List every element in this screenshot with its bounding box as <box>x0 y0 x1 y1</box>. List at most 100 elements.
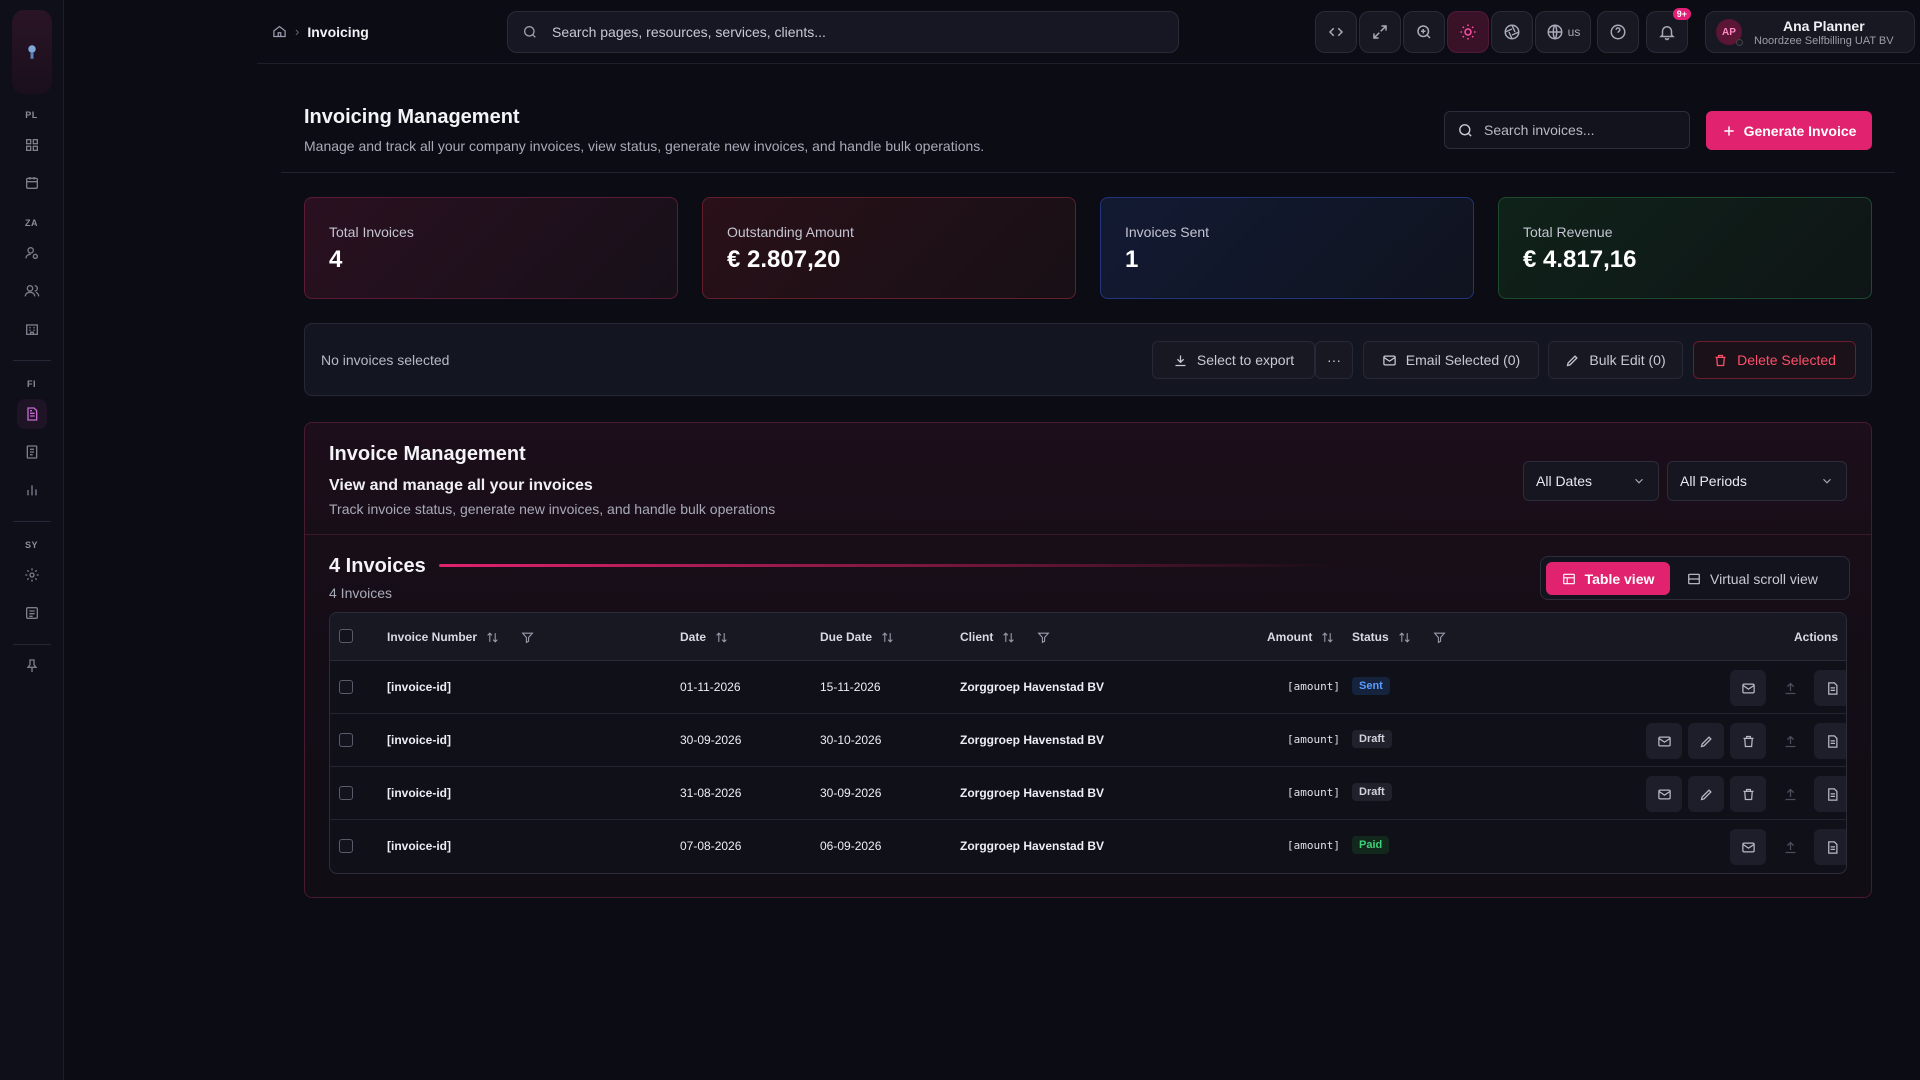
filter-icon[interactable] <box>1433 631 1446 644</box>
stat-value: 4 <box>329 246 343 273</box>
panel-divider <box>305 534 1871 535</box>
bulk-edit-button[interactable]: Bulk Edit (0) <box>1548 341 1683 379</box>
table-row[interactable]: [invoice-id] 01-11-2026 15-11-2026 Zorgg… <box>330 661 1846 714</box>
aperture-button[interactable] <box>1491 11 1533 53</box>
sidebar-item-reports[interactable] <box>17 475 47 505</box>
sort-icon[interactable] <box>1321 631 1334 644</box>
global-search-input[interactable]: Search pages, resources, services, clien… <box>507 11 1179 53</box>
filter-icon[interactable] <box>1037 631 1050 644</box>
help-button[interactable] <box>1597 11 1639 53</box>
table-row[interactable]: [invoice-id] 30-09-2026 30-10-2026 Zorgg… <box>330 714 1846 767</box>
sidebar-item-receipts[interactable] <box>17 437 47 467</box>
more-options-button[interactable]: ··· <box>1315 341 1353 379</box>
invoice-number-cell[interactable]: [invoice-id] <box>387 680 451 694</box>
virtual-scroll-view-button[interactable]: Virtual scroll view <box>1687 562 1818 595</box>
sort-icon[interactable] <box>1398 631 1411 644</box>
building-icon <box>25 324 38 335</box>
select-to-export-button[interactable]: Select to export <box>1152 341 1315 379</box>
sidebar-item-settings[interactable] <box>17 560 47 590</box>
user-org: Noordzee Selfbilling UAT BV <box>1754 34 1894 47</box>
column-header-amount[interactable]: Amount <box>1267 630 1334 644</box>
upload-invoice-button[interactable] <box>1772 723 1808 759</box>
avatar: AP <box>1716 19 1743 46</box>
table-row[interactable]: [invoice-id] 31-08-2026 30-09-2026 Zorgg… <box>330 767 1846 820</box>
column-header-invoice-number[interactable]: Invoice Number <box>387 630 534 644</box>
column-header-due-date[interactable]: Due Date <box>820 630 894 644</box>
rows-icon <box>1688 573 1700 584</box>
filter-icon[interactable] <box>521 631 534 644</box>
sort-icon[interactable] <box>486 631 499 644</box>
upload-invoice-button[interactable] <box>1772 829 1808 865</box>
invoice-number-cell[interactable]: [invoice-id] <box>387 839 451 853</box>
upload-invoice-button[interactable] <box>1772 670 1808 706</box>
view-pdf-button[interactable] <box>1814 670 1846 706</box>
collapse-button[interactable] <box>1315 11 1357 53</box>
upload-invoice-button[interactable] <box>1772 776 1808 812</box>
due-date-cell: 15-11-2026 <box>820 680 881 694</box>
table-view-button[interactable]: Table view <box>1546 562 1670 595</box>
client-cell: Zorggroep Havenstad BV <box>960 839 1105 853</box>
delete-invoice-button[interactable] <box>1730 723 1766 759</box>
row-checkbox[interactable] <box>339 680 353 694</box>
generate-invoice-button[interactable]: Generate Invoice <box>1706 111 1872 150</box>
sidebar-item-users[interactable] <box>17 276 47 306</box>
home-icon[interactable] <box>272 24 287 39</box>
email-invoice-button[interactable] <box>1730 670 1766 706</box>
invoice-search-input[interactable]: Search invoices... <box>1444 111 1690 149</box>
sidebar-item-logs[interactable] <box>17 598 47 628</box>
sidebar-item-invoicing[interactable] <box>16 399 47 429</box>
breadcrumb-current[interactable]: Invoicing <box>307 24 368 40</box>
mail-icon <box>1741 683 1755 693</box>
edit-invoice-button[interactable] <box>1688 776 1724 812</box>
trash-icon <box>1715 354 1726 366</box>
period-filter-select[interactable]: All Periods <box>1667 461 1847 501</box>
mail-icon <box>1657 736 1671 746</box>
column-header-status[interactable]: Status <box>1352 630 1446 644</box>
row-checkbox[interactable] <box>339 839 353 853</box>
email-selected-button[interactable]: Email Selected (0) <box>1363 341 1539 379</box>
breadcrumb: › Invoicing <box>272 24 369 40</box>
theme-toggle-button[interactable] <box>1447 11 1489 53</box>
view-pdf-button[interactable] <box>1814 829 1846 865</box>
sort-icon[interactable] <box>1002 631 1015 644</box>
row-checkbox[interactable] <box>339 786 353 800</box>
delete-selected-button[interactable]: Delete Selected <box>1693 341 1856 379</box>
sidebar-pin-button[interactable] <box>17 651 47 681</box>
stat-value: € 2.807,20 <box>727 246 841 273</box>
table-row[interactable]: [invoice-id] 07-08-2026 06-09-2026 Zorgg… <box>330 820 1846 873</box>
bulk-actions-bar: No invoices selected Select to export ··… <box>304 323 1872 396</box>
fullscreen-button[interactable] <box>1359 11 1401 53</box>
sort-icon[interactable] <box>881 631 894 644</box>
language-button[interactable]: us <box>1535 11 1591 53</box>
date-filter-select[interactable]: All Dates <box>1523 461 1659 501</box>
chevron-down-icon <box>1823 478 1831 484</box>
zoom-button[interactable] <box>1403 11 1445 53</box>
delete-invoice-button[interactable] <box>1730 776 1766 812</box>
invoice-number-cell[interactable]: [invoice-id] <box>387 786 451 800</box>
invoice-number-cell[interactable]: [invoice-id] <box>387 733 451 747</box>
email-invoice-button[interactable] <box>1730 829 1766 865</box>
sidebar-item-dashboard[interactable] <box>17 130 47 160</box>
delete-selected-label: Delete Selected <box>1737 352 1836 368</box>
view-pdf-button[interactable] <box>1814 776 1846 812</box>
view-pdf-button[interactable] <box>1814 723 1846 759</box>
sidebar-item-calendar[interactable] <box>17 168 47 198</box>
user-menu[interactable]: AP Ana Planner Noordzee Selfbilling UAT … <box>1705 11 1915 53</box>
sidebar-item-buildings[interactable] <box>17 314 47 344</box>
sort-icon[interactable] <box>715 631 728 644</box>
column-header-client[interactable]: Client <box>960 630 1050 644</box>
select-all-checkbox[interactable] <box>339 629 353 643</box>
mail-icon <box>1657 789 1671 799</box>
globe-icon <box>1547 24 1563 40</box>
sidebar-item-user-settings[interactable] <box>17 238 47 268</box>
app-logo[interactable] <box>11 10 52 94</box>
amount-cell: [amount] <box>1287 786 1340 799</box>
stat-label: Invoices Sent <box>1125 224 1210 240</box>
column-header-date[interactable]: Date <box>680 630 728 644</box>
edit-invoice-button[interactable] <box>1688 723 1724 759</box>
email-invoice-button[interactable] <box>1646 723 1682 759</box>
email-invoice-button[interactable] <box>1646 776 1682 812</box>
notifications-button[interactable]: 9+ <box>1646 8 1691 53</box>
search-icon <box>1459 123 1472 137</box>
row-checkbox[interactable] <box>339 733 353 747</box>
